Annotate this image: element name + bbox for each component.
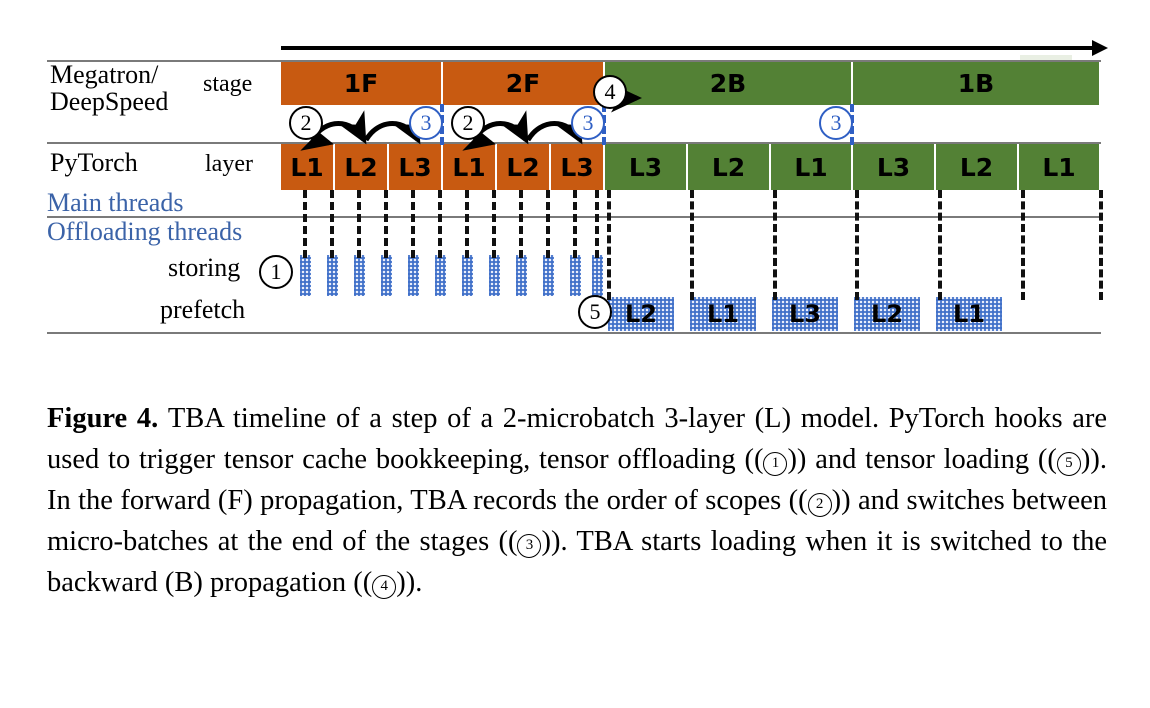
layer-block-L2-4: L2 (497, 144, 551, 190)
prefetch-block-L1-4: L1 (936, 297, 1002, 331)
hook-dashed-line (357, 190, 361, 258)
caption-figure-label: Figure 4. (47, 403, 168, 434)
storing-block-0 (300, 255, 311, 296)
layer-block-L3-5: L3 (551, 144, 605, 190)
marker-2-microbatch1-icon: 2 (289, 106, 323, 140)
hook-dashed-line (519, 190, 523, 258)
hook-dashed-line (438, 190, 442, 258)
layer-block-L1-3: L1 (443, 144, 497, 190)
layer-block-L3-9: L3 (853, 144, 936, 190)
hook-dashed-line (492, 190, 496, 258)
row-label-pytorch: PyTorch (50, 148, 138, 177)
hook-dashed-line (938, 190, 942, 300)
time-axis-arrow-icon (1092, 40, 1108, 56)
prefetch-block-L1-1: L1 (690, 297, 756, 331)
hook-dashed-line (303, 190, 307, 258)
caption-marker-4-icon: 4 (372, 575, 397, 600)
storing-block-2 (354, 255, 365, 296)
hook-dashed-line (855, 190, 859, 300)
marker-3-text-a: 3 (420, 110, 432, 135)
row-label-storing: storing (168, 253, 241, 282)
hook-dashed-line (411, 190, 415, 258)
marker-3-text-c: 3 (830, 110, 842, 135)
marker-1-storing-icon: 1 (259, 255, 293, 289)
storing-block-7 (489, 255, 500, 296)
row-label-prefetch: prefetch (160, 295, 246, 324)
hook-dashed-line (573, 190, 577, 258)
layer-block-L1-11: L1 (1019, 144, 1101, 190)
time-axis-line (281, 46, 1093, 50)
storing-block-9 (543, 255, 554, 296)
marker-3-text-b: 3 (582, 110, 594, 135)
storing-block-5 (435, 255, 446, 296)
row-label-stage: stage (203, 71, 253, 97)
storing-block-10 (570, 255, 581, 296)
prefetch-block-L3-2: L3 (772, 297, 838, 331)
layer-block-L3-6: L3 (605, 144, 688, 190)
hook-dashed-line (465, 190, 469, 258)
row-label-main-threads: Main threads (47, 188, 184, 217)
rule-bottom (47, 332, 1101, 334)
marker-4-text: 4 (604, 79, 616, 104)
layer-block-L1-8: L1 (771, 144, 853, 190)
hook-dashed-line (773, 190, 777, 300)
figure-4: time Megatron/ DeepSpeed stage PyTorch l… (0, 0, 1150, 708)
figure-caption: Figure 4. TBA timeline of a step of a 2-… (47, 403, 1107, 600)
prefetch-block-L2-0: L2 (608, 297, 674, 331)
row-label-layer: layer (205, 151, 253, 177)
storing-block-6 (462, 255, 473, 296)
hook-dashed-line (384, 190, 388, 258)
caption-marker-5-icon: 5 (1056, 452, 1081, 477)
caption-marker-3-icon: 3 (517, 534, 542, 559)
storing-block-3 (381, 255, 392, 296)
row-label-offloading-threads: Offloading threads (47, 217, 243, 246)
hook-dashed-line (595, 190, 599, 258)
storing-block-11 (592, 255, 603, 296)
layer-block-L2-10: L2 (936, 144, 1019, 190)
layer-block-L2-7: L2 (688, 144, 771, 190)
hook-dashed-line (690, 190, 694, 300)
marker-2-text-a: 2 (300, 110, 312, 135)
marker-2-microbatch2-icon: 2 (451, 106, 485, 140)
stage-block-2F: 2F (443, 62, 605, 105)
hook-dashed-line (1099, 190, 1103, 300)
marker-3-stage-switch-1-icon: 3 (409, 106, 443, 140)
stage-block-1F: 1F (281, 62, 443, 105)
hook-dashed-line (1021, 190, 1025, 300)
layer-block-L3-2: L3 (389, 144, 443, 190)
row-label-framework-line2: DeepSpeed (50, 87, 169, 116)
storing-block-8 (516, 255, 527, 296)
caption-marker-2-icon: 2 (807, 493, 832, 518)
hook-dashed-line (607, 190, 611, 300)
marker-1-text: 1 (270, 259, 282, 284)
layer-block-L1-0: L1 (281, 144, 335, 190)
marker-4-backward-switch-icon: 4 (593, 75, 627, 109)
marker-3-stage-switch-3-icon: 3 (819, 106, 853, 140)
storing-block-4 (408, 255, 419, 296)
hook-dashed-line (330, 190, 334, 258)
row-label-framework-line1: Megatron/ (50, 60, 159, 89)
marker-5-text: 5 (589, 299, 601, 324)
storing-block-1 (327, 255, 338, 296)
marker-5-prefetch-icon: 5 (578, 295, 612, 329)
hook-dashed-line (546, 190, 550, 258)
marker-3-stage-switch-2-icon: 3 (571, 106, 605, 140)
layer-block-L2-1: L2 (335, 144, 389, 190)
prefetch-block-L2-3: L2 (854, 297, 920, 331)
stage-block-1B: 1B (853, 62, 1101, 105)
marker-2-text-b: 2 (462, 110, 474, 135)
stage-block-2B: 2B (605, 62, 853, 105)
caption-marker-1-icon: 1 (763, 452, 788, 477)
